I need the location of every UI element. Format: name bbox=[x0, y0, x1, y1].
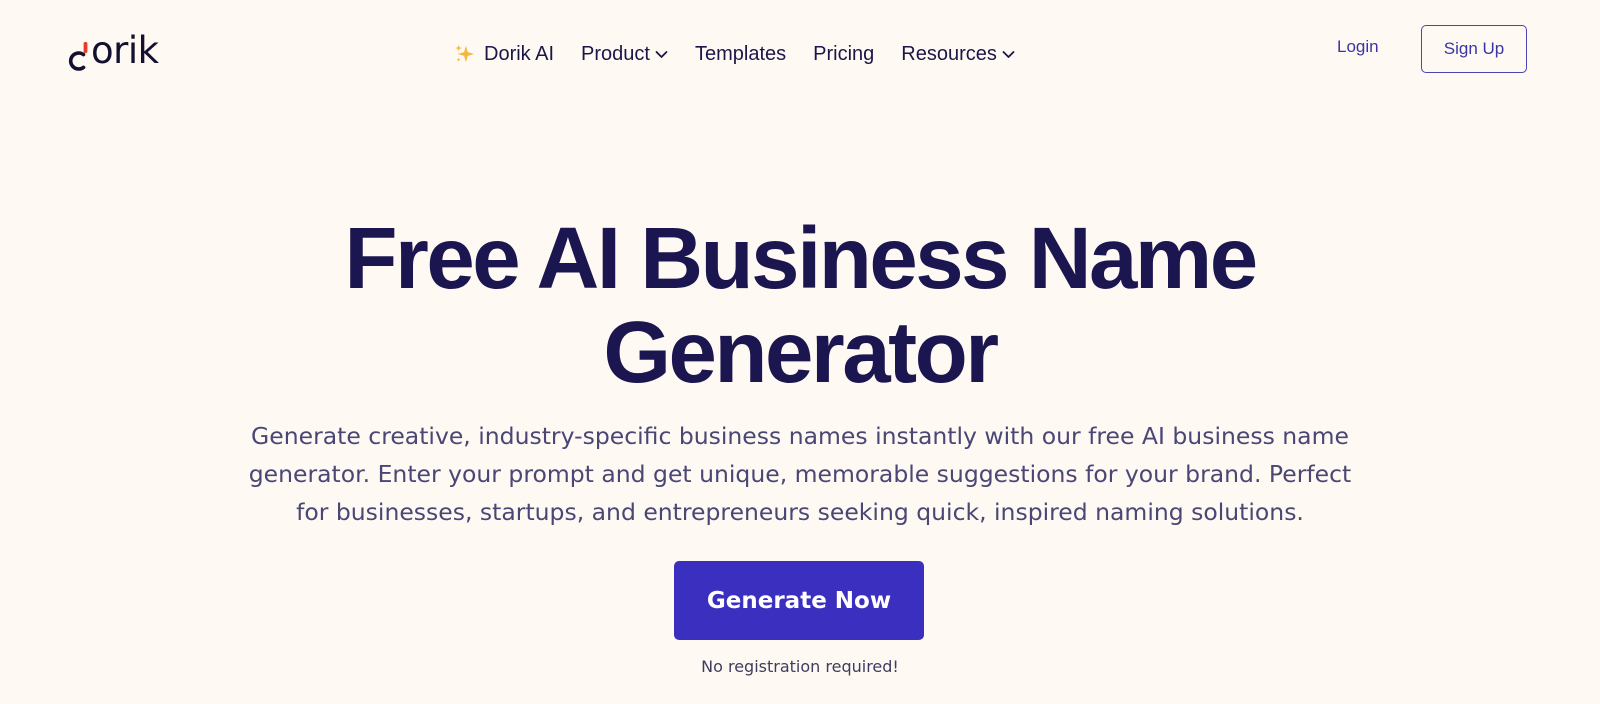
nav-label-pricing: Pricing bbox=[813, 42, 875, 65]
hero-title-line-2: Generator bbox=[603, 304, 999, 401]
chevron-down-icon bbox=[655, 50, 668, 59]
nav-item-pricing[interactable]: Pricing bbox=[813, 43, 874, 66]
logo-mark-icon bbox=[68, 31, 90, 71]
dorik-logo[interactable]: orik bbox=[68, 28, 159, 74]
nav-item-dorik-ai[interactable]: Dorik AI bbox=[454, 43, 554, 66]
sparkle-icon bbox=[454, 43, 476, 65]
main-nav: Dorik AI Product Templates Pricing Resou… bbox=[454, 32, 1015, 76]
hero-title-line-1: Free AI Business Name bbox=[344, 210, 1258, 307]
nav-item-resources[interactable]: Resources bbox=[901, 43, 1015, 66]
nav-label-templates: Templates bbox=[694, 42, 787, 65]
generate-now-button[interactable]: Generate Now bbox=[674, 561, 924, 640]
chevron-down-icon bbox=[1002, 50, 1015, 59]
nav-label-resources: Resources bbox=[901, 42, 997, 65]
sign-up-button[interactable]: Sign Up bbox=[1421, 25, 1527, 73]
logo-text: orik bbox=[91, 29, 159, 72]
site-header: orik Dorik AI Product Templates Pricing … bbox=[0, 0, 1600, 108]
no-registration-note: No registration required! bbox=[701, 657, 899, 676]
hero-title: Free AI Business Name Generator bbox=[200, 212, 1400, 400]
nav-item-product[interactable]: Product bbox=[581, 43, 668, 66]
hero-description: Generate creative, industry-specific bus… bbox=[248, 422, 1352, 526]
login-link[interactable]: Login bbox=[1337, 37, 1379, 57]
nav-label-product: Product bbox=[581, 42, 650, 65]
nav-label-dorik-ai: Dorik AI bbox=[484, 42, 555, 65]
nav-item-templates[interactable]: Templates bbox=[695, 43, 786, 66]
